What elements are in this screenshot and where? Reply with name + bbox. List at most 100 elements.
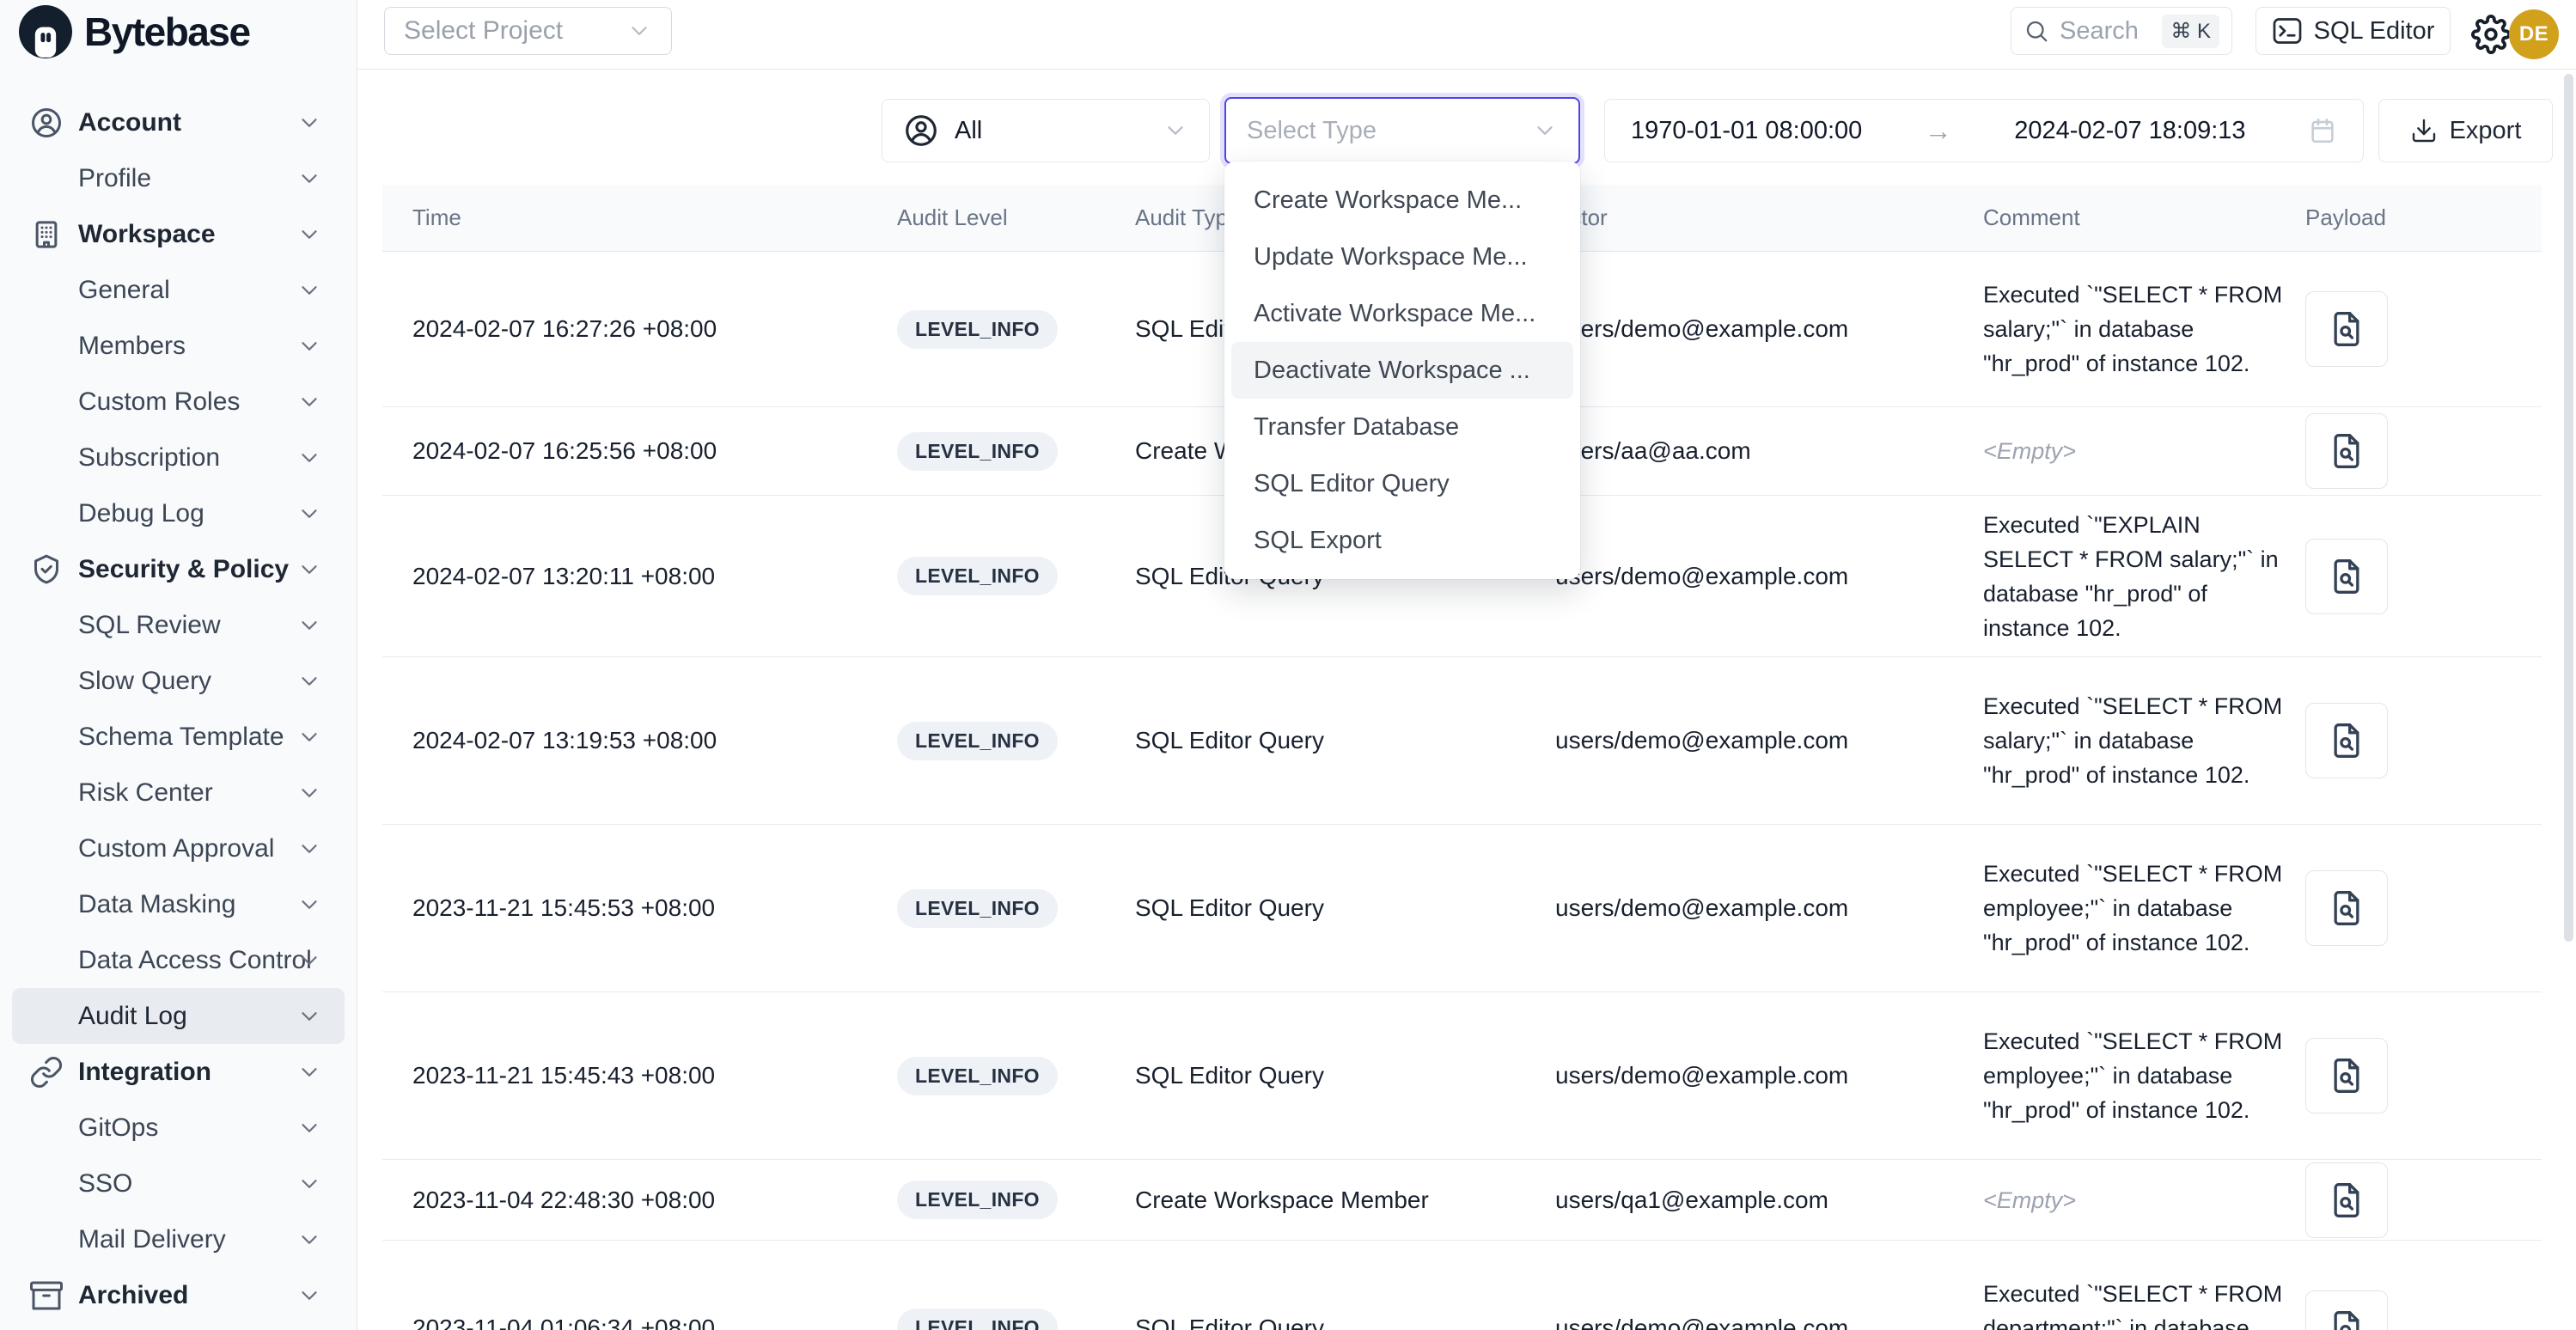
chevron-down-icon <box>296 1171 322 1197</box>
sidebar-group-icon <box>29 106 64 140</box>
cell-time: 2024-02-07 16:25:56 +08:00 <box>412 407 859 495</box>
cell-actor: users/demo@example.com <box>1555 252 1950 406</box>
sidebar-item[interactable]: Custom Roles <box>12 374 345 430</box>
date-range-start: 1970-01-01 08:00:00 <box>1631 117 1862 145</box>
terminal-icon <box>2272 15 2303 46</box>
sidebar-item[interactable]: SQL Review <box>12 597 345 653</box>
chevron-down-icon <box>1163 118 1188 143</box>
payload-view-button[interactable] <box>2305 539 2388 614</box>
payload-view-button[interactable] <box>2305 1162 2388 1238</box>
level-badge: LEVEL_INFO <box>897 1309 1058 1330</box>
type-menu-item[interactable]: Activate Workspace Me... <box>1231 285 1573 342</box>
vertical-scrollbar[interactable] <box>2564 74 2573 942</box>
cell-comment: Executed `"EXPLAIN SELECT * FROM salary;… <box>1983 496 2284 656</box>
sidebar-item[interactable]: Debug Log <box>12 485 345 541</box>
sidebar-item[interactable]: Slow Query <box>12 653 345 709</box>
level-badge: LEVEL_INFO <box>897 310 1058 349</box>
sidebar-item[interactable]: General <box>12 262 345 318</box>
sidebar-item[interactable]: Archived <box>12 1267 345 1323</box>
sidebar-item[interactable]: Custom Approval <box>12 821 345 876</box>
cell-audit-level: LEVEL_INFO <box>897 992 1129 1159</box>
sidebar-item-label: Audit Log <box>78 1002 187 1031</box>
project-select[interactable]: Select Project <box>384 7 672 55</box>
sidebar-item[interactable]: Data Masking <box>12 876 345 932</box>
cell-time: 2024-02-07 13:19:53 +08:00 <box>412 657 859 824</box>
chevron-down-icon <box>296 780 322 806</box>
cell-audit-type: Create Workspace Member <box>1135 1160 1547 1240</box>
chevron-down-icon <box>296 445 322 471</box>
payload-view-button[interactable] <box>2305 413 2388 489</box>
sidebar-item[interactable]: Security & Policy <box>12 541 345 597</box>
sql-editor-button[interactable]: SQL Editor <box>2256 7 2451 55</box>
export-button[interactable]: Export <box>2378 99 2553 162</box>
chevron-down-icon <box>1532 118 1558 143</box>
payload-view-button[interactable] <box>2305 291 2388 367</box>
type-menu-item[interactable]: Transfer Database <box>1231 399 1573 455</box>
sidebar-item[interactable]: Integration <box>12 1044 345 1100</box>
sidebar-item-label: Profile <box>78 164 151 193</box>
sidebar-item[interactable]: Account <box>12 95 345 150</box>
type-menu-item[interactable]: SQL Editor Query <box>1231 455 1573 512</box>
chevron-down-icon <box>296 668 322 694</box>
cell-audit-type: SQL Editor Query <box>1135 657 1547 824</box>
table-row: 2023-11-21 15:45:53 +08:00 LEVEL_INFO SQ… <box>382 825 2542 992</box>
cell-payload <box>2305 992 2417 1159</box>
project-select-placeholder: Select Project <box>404 16 563 46</box>
file-search-icon <box>2328 310 2365 348</box>
sidebar-item[interactable]: Risk Center <box>12 765 345 821</box>
cell-actor: users/demo@example.com <box>1555 657 1950 824</box>
sidebar-item[interactable]: Audit Log <box>12 988 345 1044</box>
type-menu-item[interactable]: Create Workspace Me... <box>1231 172 1573 229</box>
sidebar-item-label: SQL Review <box>78 611 221 640</box>
sidebar-item[interactable]: Profile <box>12 150 345 206</box>
type-menu-item[interactable]: Deactivate Workspace ... <box>1231 342 1573 399</box>
sidebar-item[interactable]: SSO <box>12 1156 345 1211</box>
payload-view-button[interactable] <box>2305 870 2388 946</box>
cell-time: 2024-02-07 13:20:11 +08:00 <box>412 496 859 656</box>
file-search-icon <box>2328 432 2365 470</box>
cell-audit-type: SQL Editor Query <box>1135 825 1547 991</box>
file-search-icon <box>2328 722 2365 760</box>
payload-view-button[interactable] <box>2305 1290 2388 1330</box>
cell-audit-level: LEVEL_INFO <box>897 496 1129 656</box>
sql-editor-label: SQL Editor <box>2314 17 2435 46</box>
type-menu-item[interactable]: SQL Export <box>1231 512 1573 569</box>
search-input[interactable]: Search ⌘ K <box>2011 7 2232 55</box>
sidebar-item[interactable]: Schema Template <box>12 709 345 765</box>
sidebar-item[interactable]: Workspace <box>12 206 345 262</box>
sidebar-group-icon <box>29 1278 64 1313</box>
sidebar-item-label: Members <box>78 332 186 361</box>
cell-comment: Executed `"SELECT * FROM employee;"` in … <box>1983 825 2284 991</box>
sidebar-item-label: Security & Policy <box>78 555 289 584</box>
date-range-picker[interactable]: 1970-01-01 08:00:00 → 2024-02-07 18:09:1… <box>1604 99 2364 162</box>
level-badge: LEVEL_INFO <box>897 1181 1058 1219</box>
cell-payload <box>2305 407 2417 495</box>
actor-filter-select[interactable]: All <box>882 99 1210 162</box>
sidebar-item-label: Custom Approval <box>78 834 274 863</box>
cell-comment: Executed `"SELECT * FROM salary;"` in da… <box>1983 252 2284 406</box>
chevron-down-icon <box>296 278 322 303</box>
level-badge: LEVEL_INFO <box>897 557 1058 595</box>
sidebar-item[interactable]: GitOps <box>12 1100 345 1156</box>
sidebar-item[interactable]: Members <box>12 318 345 374</box>
cell-time: 2023-11-21 15:45:43 +08:00 <box>412 992 859 1159</box>
chevron-down-icon <box>296 1004 322 1029</box>
sidebar-item-label: Debug Log <box>78 499 204 528</box>
payload-view-button[interactable] <box>2305 1038 2388 1113</box>
chevron-down-icon <box>296 557 322 583</box>
payload-view-button[interactable] <box>2305 703 2388 778</box>
bytebase-audit-log-page: Bytebase Account Profile Workspace <box>0 0 2576 1330</box>
sidebar-item[interactable]: Data Access Control <box>12 932 345 988</box>
sidebar-item-label: Data Masking <box>78 890 235 919</box>
type-menu-item[interactable]: Update Workspace Me... <box>1231 229 1573 285</box>
chevron-down-icon <box>296 724 322 750</box>
sidebar-nav: Account Profile Workspace Gen <box>0 95 357 1323</box>
type-filter-select[interactable]: Select Type <box>1224 97 1580 164</box>
cell-audit-type: SQL Editor Query <box>1135 992 1547 1159</box>
bytebase-logo[interactable]: Bytebase <box>19 5 250 58</box>
sidebar-item[interactable]: Subscription <box>12 430 345 485</box>
sidebar-item[interactable]: Mail Delivery <box>12 1211 345 1267</box>
download-icon <box>2410 117 2438 144</box>
gear-icon[interactable] <box>2471 15 2511 54</box>
avatar[interactable]: DE <box>2509 9 2559 59</box>
